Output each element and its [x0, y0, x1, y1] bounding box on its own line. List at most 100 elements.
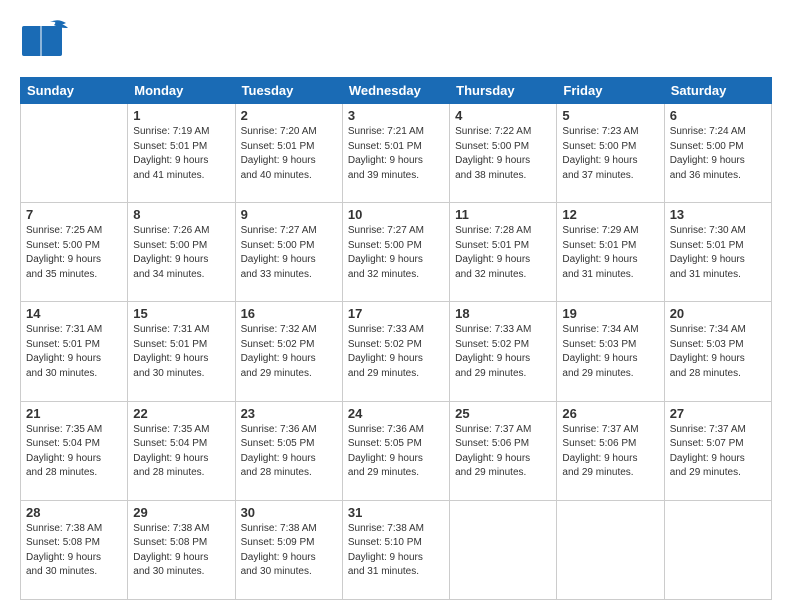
day-number: 12 [562, 207, 658, 222]
weekday-header: Thursday [450, 78, 557, 104]
day-number: 25 [455, 406, 551, 421]
weekday-header: Tuesday [235, 78, 342, 104]
calendar-cell: 3Sunrise: 7:21 AMSunset: 5:01 PMDaylight… [342, 104, 449, 203]
day-info: Sunrise: 7:28 AMSunset: 5:01 PMDaylight:… [455, 224, 551, 282]
day-info: Sunrise: 7:33 AMSunset: 5:02 PMDaylight:… [455, 323, 551, 381]
calendar-cell: 12 Sunrise: 7:29 AMSunset: 5:01 PMDayligh… [557, 203, 664, 302]
calendar-cell: 14 Sunrise: 7:31 AMSunset: 5:01 PMDayligh… [21, 302, 128, 401]
day-number: 27 [670, 406, 766, 421]
day-info: Sunrise: 7:19 AMSunset: 5:01 PMDaylight:… [133, 125, 229, 183]
day-number: 21 [26, 406, 122, 421]
weekday-header-row: SundayMondayTuesdayWednesdayThursdayFrid… [21, 78, 772, 104]
week-row: 21 Sunrise: 7:35 AMSunset: 5:04 PMDayligh… [21, 401, 772, 500]
day-number: 24 [348, 406, 444, 421]
calendar-cell: 31 Sunrise: 7:38 AMSunset: 5:10 PMDayligh… [342, 500, 449, 599]
day-number: 11 [455, 207, 551, 222]
calendar-cell: 10 Sunrise: 7:27 AMSunset: 5:00 PMDayligh… [342, 203, 449, 302]
day-info: Sunrise: 7:36 AMSunset: 5:05 PMDaylight:… [241, 423, 337, 481]
day-info: Sunrise: 7:37 AMSunset: 5:06 PMDaylight:… [562, 423, 658, 481]
calendar-cell: 17 Sunrise: 7:33 AMSunset: 5:02 PMDayligh… [342, 302, 449, 401]
day-number: 20 [670, 306, 766, 321]
week-row: 1 Sunrise: 7:19 AMSunset: 5:01 PMDaylight… [21, 104, 772, 203]
day-number: 28 [26, 505, 122, 520]
calendar-cell: 23Sunrise: 7:36 AMSunset: 5:05 PMDayligh… [235, 401, 342, 500]
day-info: Sunrise: 7:27 AMSunset: 5:00 PMDaylight:… [348, 224, 444, 282]
calendar-cell: 29 Sunrise: 7:38 AMSunset: 5:08 PMDayligh… [128, 500, 235, 599]
day-info: Sunrise: 7:38 AMSunset: 5:10 PMDaylight:… [348, 522, 444, 580]
calendar-cell: 13 Sunrise: 7:30 AMSunset: 5:01 PMDayligh… [664, 203, 771, 302]
week-row: 7 Sunrise: 7:25 AMSunset: 5:00 PMDaylight… [21, 203, 772, 302]
day-info: Sunrise: 7:31 AMSunset: 5:01 PMDaylight:… [26, 323, 122, 381]
calendar-cell [664, 500, 771, 599]
calendar-cell [21, 104, 128, 203]
calendar-cell: 15 Sunrise: 7:31 AMSunset: 5:01 PMDayligh… [128, 302, 235, 401]
day-number: 6 [670, 108, 766, 123]
calendar-cell: 24 Sunrise: 7:36 AMSunset: 5:05 PMDayligh… [342, 401, 449, 500]
day-number: 10 [348, 207, 444, 222]
calendar-cell: 9 Sunrise: 7:27 AMSunset: 5:00 PMDaylight… [235, 203, 342, 302]
calendar-cell: 28Sunrise: 7:38 AMSunset: 5:08 PMDayligh… [21, 500, 128, 599]
calendar-cell: 18 Sunrise: 7:33 AMSunset: 5:02 PMDayligh… [450, 302, 557, 401]
calendar-cell: 21Sunrise: 7:35 AMSunset: 5:04 PMDayligh… [21, 401, 128, 500]
day-info: Sunrise: 7:20 AMSunset: 5:01 PMDaylight:… [241, 125, 337, 183]
calendar-cell: 4Sunrise: 7:22 AMSunset: 5:00 PMDaylight… [450, 104, 557, 203]
day-info: Sunrise: 7:36 AMSunset: 5:05 PMDaylight:… [348, 423, 444, 481]
calendar-cell: 5 Sunrise: 7:23 AMSunset: 5:00 PMDaylight… [557, 104, 664, 203]
calendar-cell: 16 Sunrise: 7:32 AMSunset: 5:02 PMDayligh… [235, 302, 342, 401]
day-number: 8 [133, 207, 229, 222]
page: SundayMondayTuesdayWednesdayThursdayFrid… [0, 0, 792, 612]
day-number: 9 [241, 207, 337, 222]
calendar-cell: 25 Sunrise: 7:37 AMSunset: 5:06 PMDayligh… [450, 401, 557, 500]
calendar-cell: 30Sunrise: 7:38 AMSunset: 5:09 PMDayligh… [235, 500, 342, 599]
calendar-cell: 2 Sunrise: 7:20 AMSunset: 5:01 PMDaylight… [235, 104, 342, 203]
day-number: 19 [562, 306, 658, 321]
day-number: 16 [241, 306, 337, 321]
day-info: Sunrise: 7:37 AMSunset: 5:07 PMDaylight:… [670, 423, 766, 481]
day-number: 29 [133, 505, 229, 520]
day-info: Sunrise: 7:24 AMSunset: 5:00 PMDaylight:… [670, 125, 766, 183]
header [20, 18, 772, 67]
weekday-header: Friday [557, 78, 664, 104]
day-number: 26 [562, 406, 658, 421]
calendar-cell: 22 Sunrise: 7:35 AMSunset: 5:04 PMDayligh… [128, 401, 235, 500]
day-info: Sunrise: 7:22 AMSunset: 5:00 PMDaylight:… [455, 125, 551, 183]
day-number: 7 [26, 207, 122, 222]
calendar-cell: 1 Sunrise: 7:19 AMSunset: 5:01 PMDaylight… [128, 104, 235, 203]
weekday-header: Sunday [21, 78, 128, 104]
calendar-cell [450, 500, 557, 599]
day-number: 13 [670, 207, 766, 222]
day-number: 22 [133, 406, 229, 421]
day-info: Sunrise: 7:23 AMSunset: 5:00 PMDaylight:… [562, 125, 658, 183]
day-info: Sunrise: 7:30 AMSunset: 5:01 PMDaylight:… [670, 224, 766, 282]
day-info: Sunrise: 7:32 AMSunset: 5:02 PMDaylight:… [241, 323, 337, 381]
day-number: 14 [26, 306, 122, 321]
day-number: 31 [348, 505, 444, 520]
day-number: 3 [348, 108, 444, 123]
calendar-cell: 11 Sunrise: 7:28 AMSunset: 5:01 PMDayligh… [450, 203, 557, 302]
calendar-cell: 6 Sunrise: 7:24 AMSunset: 5:00 PMDaylight… [664, 104, 771, 203]
day-number: 2 [241, 108, 337, 123]
day-number: 18 [455, 306, 551, 321]
calendar-cell [557, 500, 664, 599]
day-info: Sunrise: 7:38 AMSunset: 5:08 PMDaylight:… [133, 522, 229, 580]
day-info: Sunrise: 7:37 AMSunset: 5:06 PMDaylight:… [455, 423, 551, 481]
week-row: 28 Sunrise: 7:38 AMSunset: 5:08 PMDayligh… [21, 500, 772, 599]
day-number: 17 [348, 306, 444, 321]
day-info: Sunrise: 7:35 AMSunset: 5:04 PMDaylight:… [133, 423, 229, 481]
day-number: 15 [133, 306, 229, 321]
day-number: 1 [133, 108, 229, 123]
week-row: 14 Sunrise: 7:31 AMSunset: 5:01 PMDayligh… [21, 302, 772, 401]
day-info: Sunrise: 7:27 AMSunset: 5:00 PMDaylight:… [241, 224, 337, 282]
day-info: Sunrise: 7:34 AMSunset: 5:03 PMDaylight:… [670, 323, 766, 381]
day-number: 5 [562, 108, 658, 123]
day-info: Sunrise: 7:25 AMSunset: 5:00 PMDaylight:… [26, 224, 122, 282]
calendar-cell: 26 Sunrise: 7:37 AMSunset: 5:06 PMDayligh… [557, 401, 664, 500]
weekday-header: Monday [128, 78, 235, 104]
day-info: Sunrise: 7:33 AMSunset: 5:02 PMDaylight:… [348, 323, 444, 381]
day-info: Sunrise: 7:29 AMSunset: 5:01 PMDaylight:… [562, 224, 658, 282]
weekday-header: Saturday [664, 78, 771, 104]
calendar-cell: 7 Sunrise: 7:25 AMSunset: 5:00 PMDaylight… [21, 203, 128, 302]
day-info: Sunrise: 7:31 AMSunset: 5:01 PMDaylight:… [133, 323, 229, 381]
day-info: Sunrise: 7:26 AMSunset: 5:00 PMDaylight:… [133, 224, 229, 282]
calendar-table: SundayMondayTuesdayWednesdayThursdayFrid… [20, 77, 772, 600]
